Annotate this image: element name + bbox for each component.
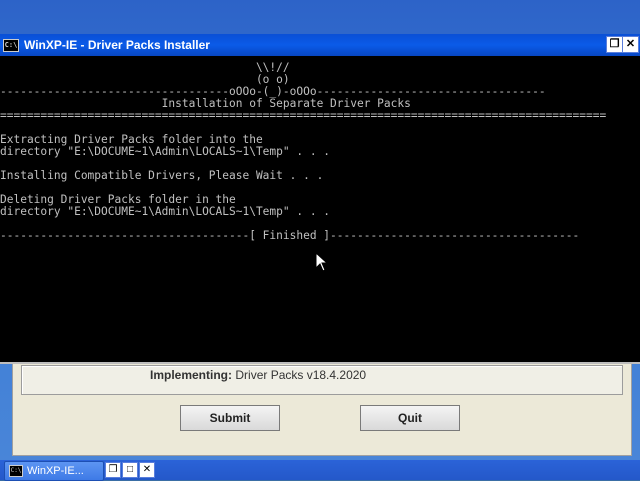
quit-button[interactable]: Quit (360, 405, 460, 431)
taskbar-restore-button[interactable]: ❐ (105, 462, 121, 478)
taskbar-item-console[interactable]: C:\ WinXP-IE... (4, 461, 104, 481)
taskbar-item-label: WinXP-IE... (27, 465, 84, 477)
close-button[interactable]: ✕ (622, 36, 639, 53)
console-icon: C:\ (9, 465, 23, 478)
console-output: \\!// (o o) ----------------------------… (0, 56, 640, 360)
implementing-status: Implementing: Driver Packs v18.4.2020 (150, 368, 366, 382)
window-title: WinXP-IE - Driver Packs Installer (24, 38, 210, 52)
status-panel: Implementing: Driver Packs v18.4.2020 (21, 365, 623, 395)
submit-button[interactable]: Submit (180, 405, 280, 431)
implementing-value: Driver Packs v18.4.2020 (235, 368, 367, 382)
taskbar-close-button[interactable]: ✕ (139, 462, 155, 478)
title-bar[interactable]: C:\ WinXP-IE - Driver Packs Installer ❐ … (0, 34, 640, 56)
taskbar-maximize-button[interactable]: □ (122, 462, 138, 478)
console-line: directory "E:\DOCUME~1\Admin\LOCALS~1\Te… (0, 145, 331, 158)
installer-window: Implementing: Driver Packs v18.4.2020 Su… (12, 356, 632, 456)
console-window[interactable]: C:\ WinXP-IE - Driver Packs Installer ❐ … (0, 34, 640, 364)
console-line: Installing Compatible Drivers, Please Wa… (0, 169, 324, 182)
taskbar: C:\ WinXP-IE... ❐ □ ✕ (0, 460, 640, 481)
restore-button[interactable]: ❐ (606, 36, 623, 53)
console-finished-line: -------------------------------------[ F… (0, 229, 580, 242)
console-line: ========================================… (0, 109, 607, 122)
console-icon[interactable]: C:\ (3, 39, 19, 52)
implementing-label: Implementing: (150, 368, 233, 382)
console-line: directory "E:\DOCUME~1\Admin\LOCALS~1\Te… (0, 205, 331, 218)
